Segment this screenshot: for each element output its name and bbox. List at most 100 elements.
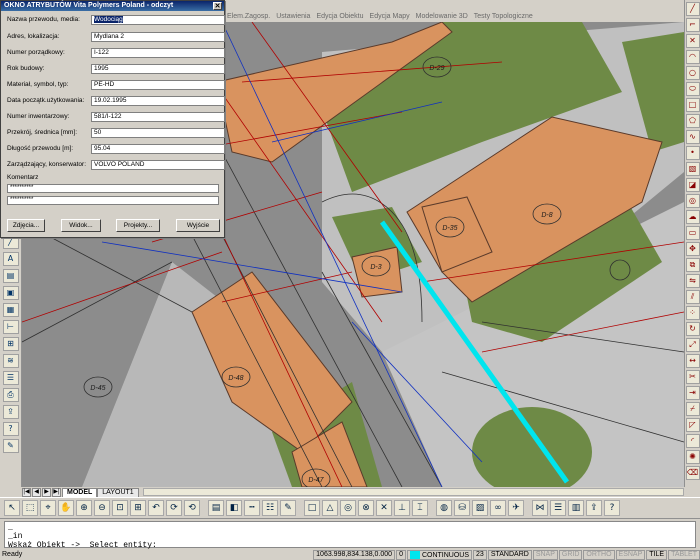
scale-icon[interactable]: ⤢ (685, 338, 700, 352)
style-indicator[interactable]: STANDARD (487, 549, 532, 560)
zoom-window-icon[interactable]: ⊡ (112, 500, 128, 516)
next-tab-icon[interactable]: ▶ (42, 487, 51, 497)
mirror-icon[interactable]: ⇋ (685, 274, 700, 288)
tablet-toggle[interactable]: TABLET (668, 549, 700, 560)
move-icon[interactable]: ✥ (685, 242, 700, 256)
field-value[interactable]: I-122 (91, 48, 225, 58)
fillet-icon[interactable]: ◜ (685, 434, 700, 448)
polygon-icon[interactable]: ⬠ (685, 114, 700, 128)
image-icon[interactable]: ▨ (472, 500, 488, 516)
snap-node-icon[interactable]: ⊗ (358, 500, 374, 516)
properties-icon[interactable]: ✎ (2, 439, 19, 453)
field-value[interactable]: 1995 (91, 64, 225, 74)
pointer-icon[interactable]: ↖ (4, 500, 20, 516)
text-icon[interactable]: A (2, 252, 19, 266)
layer-indicator[interactable]: 0 (396, 549, 406, 560)
snap-endpoint-icon[interactable]: □ (304, 500, 320, 516)
ellipse-icon[interactable]: ⬭ (685, 82, 700, 96)
zoom-previous-icon[interactable]: ↶ (148, 500, 164, 516)
menu-item[interactable]: Elem.Zagosp. (227, 13, 270, 20)
line-icon[interactable]: ╱ (685, 2, 700, 16)
measure-icon[interactable]: ⊢ (2, 320, 19, 334)
spline-icon[interactable]: ∿ (685, 130, 700, 144)
snap-midpoint-icon[interactable]: △ (322, 500, 338, 516)
projects-button[interactable]: Projekty... (116, 219, 160, 232)
donut-icon[interactable]: ◎ (685, 194, 700, 208)
region-icon[interactable]: ◪ (685, 178, 700, 192)
linetype-icon[interactable]: ┅ (244, 500, 260, 516)
ortho-toggle[interactable]: ORTHO (583, 549, 615, 560)
rectangle-icon[interactable]: □ (685, 98, 700, 112)
tab-layout1[interactable]: LAYOUT1 (97, 487, 139, 497)
field-value[interactable]: PE-HD (91, 80, 225, 90)
comment-line[interactable]: ********** (7, 184, 219, 193)
topology-icon[interactable]: ⋈ (532, 500, 548, 516)
command-line[interactable]: _ _in Wskaż Obiekt -> Select entity: (4, 521, 696, 550)
extend-icon[interactable]: ⇥ (685, 386, 700, 400)
query-icon[interactable]: ? (2, 422, 19, 436)
menu-item[interactable]: Modelowanie 3D (416, 13, 468, 20)
tile-toggle[interactable]: TILE (646, 549, 668, 560)
stretch-icon[interactable]: ↔ (685, 354, 700, 368)
circle-icon[interactable]: ○ (685, 66, 700, 80)
chamfer-icon[interactable]: ◸ (685, 418, 700, 432)
match-icon[interactable]: ✎ (280, 500, 296, 516)
layers-icon[interactable]: ▤ (2, 269, 19, 283)
array-icon[interactable]: ⁘ (685, 306, 700, 320)
layer-icon[interactable]: ▤ (208, 500, 224, 516)
break-icon[interactable]: ⌿ (685, 402, 700, 416)
offset-icon[interactable]: ⫽ (685, 290, 700, 304)
point-icon[interactable]: • (685, 146, 700, 160)
wipeout-icon[interactable]: ▭ (685, 226, 700, 240)
exit-button[interactable]: Wyjście (176, 219, 220, 232)
linetype-indicator[interactable]: CONTINUOUS (406, 549, 473, 560)
revcloud-icon[interactable]: ☁ (685, 210, 700, 224)
chart-icon[interactable]: ▥ (568, 500, 584, 516)
tab-model[interactable]: MODEL (62, 487, 98, 497)
view-button[interactable]: Widok... (61, 219, 101, 232)
erase-icon[interactable]: ⌫ (685, 466, 700, 480)
zoom-extents-icon[interactable]: ⊞ (130, 500, 146, 516)
link-icon[interactable]: ∞ (490, 500, 506, 516)
help-icon[interactable]: ? (604, 500, 620, 516)
last-tab-icon[interactable]: ▶| (52, 487, 61, 497)
trim-icon[interactable]: ✂ (685, 370, 700, 384)
print-icon[interactable]: ⎙ (2, 388, 19, 402)
pipe-icon[interactable]: ≋ (2, 354, 19, 368)
globe-icon[interactable]: ◍ (436, 500, 452, 516)
regen-icon[interactable]: ⟲ (184, 500, 200, 516)
select-icon[interactable]: ⌖ (40, 500, 56, 516)
horizontal-scrollbar[interactable] (142, 488, 684, 496)
field-value[interactable]: 581/I-122 (91, 112, 225, 122)
construction-line-icon[interactable]: ✕ (685, 34, 700, 48)
snap-intersection-icon[interactable]: ✕ (376, 500, 392, 516)
field-value[interactable]: 50 (91, 128, 225, 138)
zoom-in-icon[interactable]: ⊕ (76, 500, 92, 516)
database-icon[interactable]: ⛁ (454, 500, 470, 516)
copy-icon[interactable]: ⧉ (685, 258, 700, 272)
explode-icon[interactable]: ✺ (685, 450, 700, 464)
snap-perpendicular-icon[interactable]: ⊥ (394, 500, 410, 516)
photos-button[interactable]: Zdjęcia... (7, 219, 45, 232)
report-icon[interactable]: ☰ (550, 500, 566, 516)
pick-icon[interactable]: ⬚ (22, 500, 38, 516)
zoom-out-icon[interactable]: ⊖ (94, 500, 110, 516)
comment-line[interactable]: ********** (7, 196, 219, 205)
field-value[interactable]: Mydlana 2 (91, 32, 225, 42)
field-value[interactable]: Wodociąg (91, 15, 225, 25)
rotate-icon[interactable]: ↻ (685, 322, 700, 336)
close-icon[interactable]: ✕ (213, 2, 222, 10)
menu-item[interactable]: Testy Topologiczne (474, 13, 533, 20)
esnap-toggle[interactable]: ESNAP (615, 549, 646, 560)
prev-tab-icon[interactable]: ◀ (32, 487, 41, 497)
polyline-icon[interactable]: ⌐ (685, 18, 700, 32)
pan-icon[interactable]: ✋ (58, 500, 74, 516)
color-icon[interactable]: ◧ (226, 500, 242, 516)
redraw-icon[interactable]: ⟳ (166, 500, 182, 516)
menu-item[interactable]: Edycja Mapy (370, 13, 410, 20)
field-value[interactable]: VOLVO POLAND (91, 160, 225, 170)
export-icon[interactable]: ⇪ (586, 500, 602, 516)
first-tab-icon[interactable]: |◀ (22, 487, 31, 497)
properties-icon[interactable]: ☷ (262, 500, 278, 516)
menu-item[interactable]: Edycja Obiektu (316, 13, 363, 20)
